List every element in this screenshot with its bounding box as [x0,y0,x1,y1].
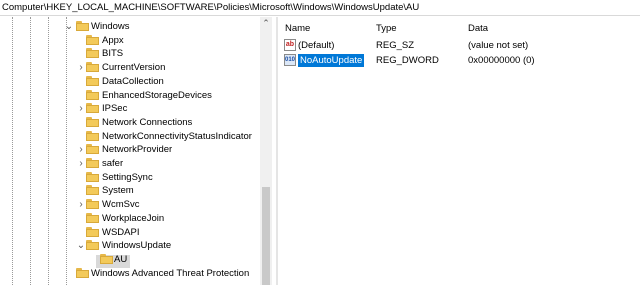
tree-node-label: WSDAPI [102,226,140,238]
value-row-selected[interactable]: 010 NoAutoUpdate REG_DWORD 0x00000000 (0… [279,53,640,67]
tree-node[interactable]: › NetworkProvider [0,143,260,156]
tree-node-label: Windows [91,21,130,32]
tree-node-label: NetworkProvider [102,144,173,156]
tree-node-label: safer [102,158,124,169]
folder-icon [100,253,113,264]
chevron-right-icon[interactable]: › [76,143,86,156]
value-name: (Default) [298,40,335,51]
tree-node[interactable]: AU [0,253,260,266]
tree-node-label: WorkplaceJoin [102,212,165,224]
folder-icon [86,158,99,168]
scrollbar-thumb[interactable] [262,187,270,285]
tree-scrollbar[interactable]: ⌃ [260,17,272,285]
chevron-right-icon[interactable]: › [76,102,86,115]
tree-node-label: DataCollection [102,75,164,87]
tree-node[interactable]: WSDAPI [0,226,260,239]
tree-node[interactable]: NetworkConnectivityStatusIndicator [0,130,260,143]
folder-icon [86,212,99,223]
tree-node[interactable]: › IPSec [0,102,260,115]
tree-node-label: Windows Advanced Threat Protection [91,267,250,279]
tree-node[interactable]: › WcmSvc [0,198,260,211]
tree-node[interactable]: Windows Advanced Threat Protection [0,267,260,280]
tree-node[interactable]: WorkplaceJoin [0,212,260,225]
folder-icon [86,89,99,100]
chevron-right-icon[interactable]: › [76,198,86,211]
column-header-name[interactable]: Name [285,23,310,34]
tree-node[interactable]: EnhancedStorageDevices [0,89,260,102]
tree-node[interactable]: BITS [0,47,260,60]
value-row[interactable]: ab (Default) REG_SZ (value not set) [279,38,640,52]
address-bar[interactable]: Computer\HKEY_LOCAL_MACHINE\SOFTWARE\Pol… [0,0,640,16]
folder-icon [86,62,99,73]
folder-icon [86,48,99,59]
tree-node-label: AU [114,253,128,265]
folder-icon [86,75,99,86]
tree-node[interactable]: SettingSync [0,171,260,184]
tree-node-label: WcmSvc [102,199,140,211]
tree-node-label: Network Connections [102,116,193,128]
tree-node-label: WindowsUpdate [102,240,172,252]
tree-node[interactable]: DataCollection [0,75,260,88]
tree-node-label: IPSec [102,103,128,115]
chevron-down-icon[interactable]: ⌄ [64,20,74,33]
chevron-down-icon[interactable]: ⌄ [76,239,86,252]
tree-node[interactable]: ⌄ Windows [0,20,260,33]
string-value-icon: ab [284,39,296,51]
value-name: NoAutoUpdate [298,54,365,67]
tree-node-label: NetworkConnectivityStatusIndicator [102,130,252,142]
dword-value-icon: 010 [284,54,296,66]
column-header-data[interactable]: Data [468,23,488,34]
tree-node-label: CurrentVersion [102,62,166,74]
folder-icon [86,226,99,237]
tree-node[interactable]: › CurrentVersion [0,61,260,74]
registry-tree[interactable]: ⌄ Windows Appx BITS › CurrentVersion DataColle… [0,17,272,285]
tree-node-label: BITS [102,48,124,60]
value-type: REG_DWORD [376,55,439,66]
folder-icon [86,171,99,182]
tree-node-label: System [102,185,134,197]
tree-node-label: SettingSync [102,171,153,183]
folder-icon [86,199,99,210]
tree-node-label: Appx [102,34,124,46]
folder-icon [86,130,99,141]
folder-icon [86,34,99,45]
tree-node[interactable]: Appx [0,34,260,47]
folder-icon [76,21,89,31]
folder-icon [86,240,99,251]
folder-icon [86,144,99,155]
tree-node[interactable]: System [0,184,260,197]
value-data: (value not set) [468,40,529,51]
tree-node[interactable]: ⌄ WindowsUpdate [0,239,260,252]
pane-splitter[interactable] [276,17,278,285]
folder-icon [86,103,99,114]
values-pane[interactable]: Name Type Data ab (Default) REG_SZ (valu… [279,17,640,285]
chevron-right-icon[interactable]: › [76,157,86,170]
chevron-right-icon[interactable]: › [76,61,86,74]
scroll-up-arrow-icon[interactable]: ⌃ [260,17,272,29]
tree-node-label: EnhancedStorageDevices [102,89,212,101]
value-data: 0x00000000 (0) [468,55,535,66]
tree-node[interactable]: Network Connections [0,116,260,129]
tree-node[interactable]: › safer [0,157,260,170]
value-type: REG_SZ [376,40,415,51]
column-header-type[interactable]: Type [376,23,397,34]
folder-icon [86,116,99,127]
folder-icon [86,185,99,196]
folder-icon [76,267,89,278]
